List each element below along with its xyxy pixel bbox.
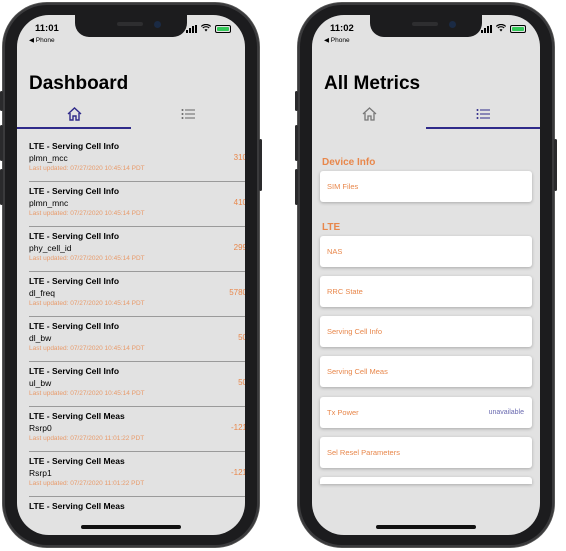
metric-card-sim-files[interactable]: SIM Files	[320, 171, 532, 202]
all-metrics-screen: 11:02 ◀ Phone All Metrics Device Info SI…	[312, 15, 540, 535]
item-updated: Last updated: 07/27/2020 10:45:14 PDT	[29, 165, 145, 172]
status-icons	[186, 23, 231, 34]
list-item[interactable]: LTE - Serving Cell Meas	[29, 497, 245, 535]
item-category: LTE - Serving Cell Info	[29, 366, 120, 376]
list-item[interactable]: LTE - Serving Cell Info plmn_mnc Last up…	[29, 182, 245, 227]
item-category: LTE - Serving Cell Info	[29, 276, 120, 286]
list-icon	[476, 109, 490, 119]
page-title: All Metrics	[324, 73, 421, 94]
item-name: plmn_mnc	[29, 198, 69, 208]
item-value: 310	[233, 153, 245, 162]
status-time: 11:01	[35, 23, 59, 34]
left-phone: 11:01 ◀ Phone Dashboard LTE - Serving Ce…	[0, 3, 262, 547]
section-title-lte: LTE	[322, 222, 341, 233]
item-updated: Last updated: 07/27/2020 11:01:22 PDT	[29, 435, 145, 442]
back-to-phone-link[interactable]: ◀ Phone	[324, 36, 350, 44]
tab-list[interactable]	[426, 99, 540, 129]
item-category: LTE - Serving Cell Info	[29, 141, 120, 151]
status-time: 11:02	[330, 23, 354, 34]
item-name: ul_bw	[29, 378, 52, 388]
wifi-icon	[200, 23, 212, 34]
status-icons	[481, 23, 526, 34]
metric-card-nas[interactable]: NAS	[320, 236, 532, 267]
item-updated: Last updated: 07/27/2020 10:45:14 PDT	[29, 300, 145, 307]
signal-icon	[481, 25, 492, 33]
tab-home[interactable]	[312, 99, 426, 129]
list-item[interactable]: LTE - Serving Cell Info dl_freq Last upd…	[29, 272, 245, 317]
item-updated: Last updated: 07/27/2020 10:45:14 PDT	[29, 390, 145, 397]
item-value: 5780	[229, 288, 245, 297]
tab-bar	[17, 99, 245, 129]
item-name: dl_bw	[29, 333, 52, 343]
item-category: LTE - Serving Cell Meas	[29, 411, 125, 421]
list-item[interactable]: LTE - Serving Cell Info dl_bw Last updat…	[29, 317, 245, 362]
metric-card-sel-resel-parameters[interactable]: Sel Resel Parameters	[320, 437, 532, 468]
item-category: LTE - Serving Cell Info	[29, 321, 120, 331]
card-label: RRC State	[327, 287, 363, 296]
metric-card-serving-cell-info[interactable]: Serving Cell Info	[320, 316, 532, 347]
metric-card-serving-cell-meas[interactable]: Serving Cell Meas	[320, 356, 532, 387]
card-label: Sel Resel Parameters	[327, 448, 400, 457]
card-label: Serving Cell Info	[327, 327, 383, 336]
tab-home[interactable]	[17, 99, 131, 129]
item-value: 50	[238, 333, 245, 342]
item-updated: Last updated: 07/27/2020 10:45:14 PDT	[29, 210, 145, 217]
item-category: LTE - Serving Cell Info	[29, 186, 120, 196]
card-label: NAS	[327, 247, 343, 256]
item-name: phy_cell_id	[29, 243, 72, 253]
card-value: unavailable	[488, 409, 524, 416]
active-tab-indicator	[17, 127, 131, 129]
item-name: dl_freq	[29, 288, 55, 298]
item-value: -121	[230, 423, 245, 432]
card-label: Serving Cell Meas	[327, 367, 388, 376]
list-icon	[181, 109, 195, 119]
active-tab-indicator	[426, 127, 540, 129]
tab-bar	[312, 99, 540, 129]
item-category: LTE - Serving Cell Meas	[29, 456, 125, 466]
wifi-icon	[495, 23, 507, 34]
item-name: Rsrp1	[29, 468, 52, 478]
notch	[370, 15, 482, 37]
item-value: -121	[230, 468, 245, 477]
item-updated: Last updated: 07/27/2020 11:01:22 PDT	[29, 480, 145, 487]
item-updated: Last updated: 07/27/2020 10:45:14 PDT	[29, 345, 145, 352]
item-value: 299	[233, 243, 245, 252]
notch	[75, 15, 187, 37]
item-category: LTE - Serving Cell Meas	[29, 501, 125, 511]
battery-icon	[510, 25, 526, 33]
item-category: LTE - Serving Cell Info	[29, 231, 120, 241]
home-indicator[interactable]	[376, 525, 476, 529]
item-updated: Last updated: 07/27/2020 10:45:14 PDT	[29, 255, 145, 262]
back-to-phone-link[interactable]: ◀ Phone	[29, 36, 55, 44]
list-item[interactable]: LTE - Serving Cell Info ul_bw Last updat…	[29, 362, 245, 407]
card-label: Tx Power	[327, 408, 359, 417]
metric-list: LTE - Serving Cell Info plmn_mcc Last up…	[29, 137, 245, 535]
list-item[interactable]: LTE - Serving Cell Meas Rsrp0 Last updat…	[29, 407, 245, 452]
metric-card-tx-power[interactable]: Tx Power unavailable	[320, 397, 532, 428]
item-name: Rsrp0	[29, 423, 52, 433]
item-value: 410	[233, 198, 245, 207]
metric-card-partial[interactable]	[320, 477, 532, 484]
metric-card-rrc-state[interactable]: RRC State	[320, 276, 532, 307]
house-icon	[67, 107, 81, 121]
right-phone: 11:02 ◀ Phone All Metrics Device Info SI…	[295, 3, 557, 547]
signal-icon	[186, 25, 197, 33]
section-title-device-info: Device Info	[322, 157, 376, 168]
house-icon	[362, 107, 376, 121]
home-indicator[interactable]	[81, 525, 181, 529]
dashboard-screen: 11:01 ◀ Phone Dashboard LTE - Serving Ce…	[17, 15, 245, 535]
item-name: plmn_mcc	[29, 153, 68, 163]
battery-icon	[215, 25, 231, 33]
item-value: 50	[238, 378, 245, 387]
list-item[interactable]: LTE - Serving Cell Meas Rsrp1 Last updat…	[29, 452, 245, 497]
list-item[interactable]: LTE - Serving Cell Info plmn_mcc Last up…	[29, 137, 245, 182]
card-label: SIM Files	[327, 182, 359, 191]
page-title: Dashboard	[29, 73, 129, 94]
tab-list[interactable]	[131, 99, 245, 129]
list-item[interactable]: LTE - Serving Cell Info phy_cell_id Last…	[29, 227, 245, 272]
